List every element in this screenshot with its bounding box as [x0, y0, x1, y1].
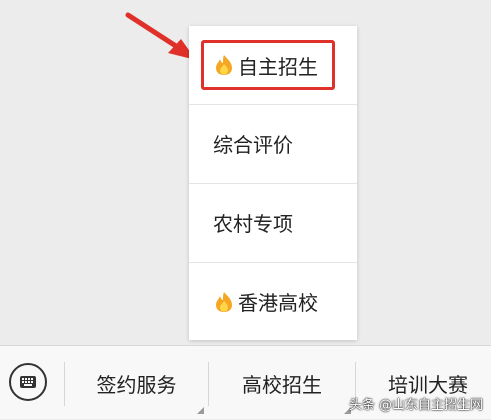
- watermark: 头条 @山东自主招生网: [348, 398, 483, 413]
- keyboard-icon[interactable]: [9, 363, 47, 401]
- tab-university-enrollment[interactable]: 高校招生: [209, 346, 355, 420]
- tab-contract-service[interactable]: 签约服务: [65, 346, 208, 420]
- submenu-indicator: [197, 407, 204, 414]
- menu-item-label: 自主招生: [238, 54, 318, 79]
- menu-item-label: 农村专项: [213, 212, 293, 236]
- menu-item-label: 香港高校: [238, 291, 318, 315]
- menu-item-rural-special[interactable]: 农村专项: [189, 183, 357, 261]
- dropdown-menu: 自主招生 综合评价 农村专项 香港高校: [189, 26, 357, 340]
- menu-item-comprehensive-evaluation[interactable]: 综合评价: [189, 104, 357, 182]
- menu-item-self-enrollment[interactable]: 自主招生: [189, 26, 357, 104]
- tab-label: 签约服务: [96, 372, 177, 397]
- fire-icon: [213, 54, 235, 76]
- fire-icon: [213, 291, 235, 313]
- menu-item-label: 综合评价: [213, 133, 293, 157]
- menu-item-hongkong-universities[interactable]: 香港高校: [189, 262, 357, 340]
- highlight-box: 自主招生: [201, 40, 335, 90]
- bottom-menu-bar: 签约服务 高校招生 培训大赛 头条 @山东自主招生网: [0, 345, 491, 419]
- tab-label: 高校招生: [242, 372, 322, 397]
